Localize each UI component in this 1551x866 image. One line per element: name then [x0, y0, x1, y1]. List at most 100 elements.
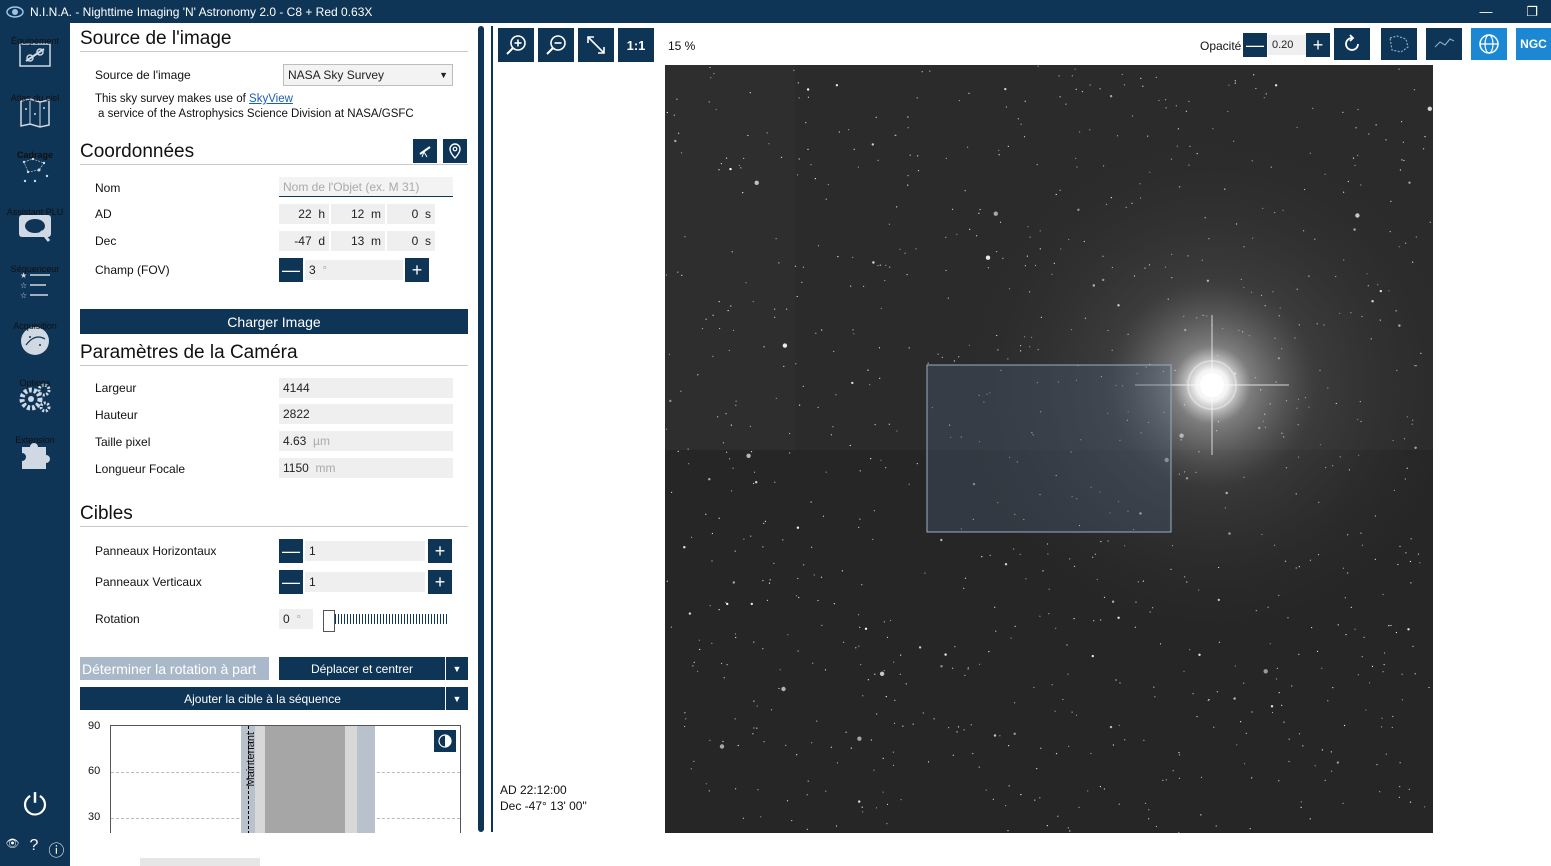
- horizontal-panels-input[interactable]: 1: [305, 541, 425, 561]
- star: [900, 654, 902, 656]
- star: [992, 798, 994, 800]
- pixel-size-input[interactable]: 4.63 µm: [279, 431, 453, 451]
- panel-divider[interactable]: [491, 26, 493, 832]
- star: [838, 131, 840, 133]
- sidebar-item-framing[interactable]: Cadrage: [0, 149, 70, 206]
- vertical-panels-increase-button[interactable]: +: [428, 570, 452, 594]
- rotation-input[interactable]: 0 °: [279, 609, 313, 629]
- maximize-button[interactable]: ❐: [1509, 0, 1551, 23]
- moon-phase-button[interactable]: [434, 730, 456, 752]
- star: [1424, 136, 1426, 138]
- power-button[interactable]: ⏻: [0, 789, 70, 823]
- ngc-annotations-button[interactable]: NGC: [1516, 28, 1551, 60]
- add-to-sequence-dropdown[interactable]: ▼: [445, 687, 468, 710]
- sidebar-item-flat-wizard[interactable]: Assistant PLU: [0, 206, 70, 263]
- sidebar-item-extension[interactable]: Extension: [0, 434, 70, 491]
- star: [719, 744, 725, 749]
- star: [879, 377, 881, 379]
- zoom-in-icon: [506, 35, 526, 55]
- opacity-increase-button[interactable]: +: [1306, 33, 1330, 57]
- dec-seconds-input[interactable]: 0 s: [387, 231, 435, 251]
- star: [861, 584, 863, 586]
- slew-options-dropdown[interactable]: ▼: [445, 657, 468, 680]
- star: [852, 256, 854, 258]
- vertical-panels-input[interactable]: 1: [305, 572, 425, 592]
- horizontal-panels-value: 1: [309, 544, 316, 558]
- zoom-out-button[interactable]: [538, 28, 574, 62]
- star: [705, 318, 707, 320]
- help-button[interactable]: ?: [30, 837, 39, 861]
- constellation-boundaries-button[interactable]: [1381, 28, 1417, 60]
- constellation-lines-button[interactable]: [1426, 28, 1462, 60]
- width-input[interactable]: 4144: [279, 378, 453, 398]
- object-name-placeholder: Nom de l'Objet (ex. M 31): [283, 179, 420, 194]
- star: [841, 570, 843, 572]
- determine-rotation-button[interactable]: Déterminer la rotation à part: [80, 657, 269, 680]
- star: [1398, 796, 1400, 798]
- sidebar-item-sequencer[interactable]: ★ ☆ ☆ Séquenceur: [0, 263, 70, 320]
- sidebar-item-options[interactable]: Options: [0, 377, 70, 434]
- star: [967, 668, 969, 670]
- load-image-button[interactable]: Charger Image: [80, 309, 468, 334]
- dec-minutes-input[interactable]: 13 m: [331, 231, 385, 251]
- rotation-slider[interactable]: [323, 610, 449, 632]
- star: [869, 384, 871, 386]
- slew-and-center-button[interactable]: Déplacer et centrer: [279, 657, 445, 680]
- vertical-panels-decrease-button[interactable]: —: [279, 570, 303, 594]
- focal-length-input[interactable]: 1150 mm: [279, 458, 453, 478]
- opacity-decrease-button[interactable]: —: [1243, 33, 1267, 57]
- fov-decrease-button[interactable]: —: [279, 258, 303, 282]
- star: [1401, 699, 1403, 701]
- ra-hours-input[interactable]: 22 h: [279, 204, 329, 224]
- fit-to-screen-button[interactable]: [578, 28, 614, 62]
- panel-scrollbar[interactable]: [478, 26, 484, 832]
- star: [1143, 739, 1145, 741]
- star: [753, 641, 755, 643]
- star: [1062, 698, 1064, 701]
- star: [1075, 714, 1078, 716]
- rotate-view-button[interactable]: [1334, 28, 1370, 60]
- star: [722, 442, 724, 444]
- sky-survey-image[interactable]: [665, 65, 1433, 833]
- location-button[interactable]: [443, 139, 467, 163]
- star: [770, 709, 773, 711]
- star: [863, 285, 865, 287]
- telescope-coordinates-button[interactable]: [413, 139, 437, 163]
- star: [976, 235, 978, 237]
- add-to-sequence-button[interactable]: Ajouter la cible à la séquence: [80, 687, 445, 710]
- horizontal-panels-increase-button[interactable]: +: [428, 539, 452, 563]
- sidebar-item-sky-atlas[interactable]: Atlas du ciel: [0, 92, 70, 149]
- star: [801, 281, 803, 283]
- star: [817, 599, 819, 602]
- horizontal-panels-decrease-button[interactable]: —: [279, 539, 303, 563]
- star: [873, 769, 875, 771]
- zoom-in-button[interactable]: [498, 28, 534, 62]
- star: [850, 285, 852, 287]
- star: [1048, 613, 1050, 615]
- star: [1376, 764, 1378, 766]
- star: [1112, 744, 1114, 746]
- star: [806, 828, 808, 830]
- height-input[interactable]: 2822: [279, 404, 453, 424]
- star: [905, 683, 907, 685]
- image-source-dropdown[interactable]: NASA Sky Survey ▼: [283, 64, 453, 86]
- eye-icon[interactable]: 👁: [6, 837, 20, 861]
- grid-globe-button[interactable]: [1471, 28, 1507, 60]
- fov-increase-button[interactable]: +: [405, 258, 429, 282]
- ra-seconds-input[interactable]: 0 s: [387, 204, 435, 224]
- star: [753, 727, 755, 729]
- info-button[interactable]: ⓘ: [48, 837, 64, 861]
- sidebar-item-equipment[interactable]: Équipement: [0, 35, 70, 92]
- rotation-slider-thumb[interactable]: [323, 610, 335, 632]
- star: [875, 116, 877, 118]
- sidebar-item-imaging[interactable]: Acquisition: [0, 320, 70, 377]
- skyview-link[interactable]: SkyView: [249, 93, 293, 105]
- star: [1142, 85, 1144, 87]
- fov-input[interactable]: 3 °: [305, 260, 403, 280]
- minimize-button[interactable]: —: [1463, 0, 1509, 23]
- camera-fov-rectangle[interactable]: [926, 364, 1172, 533]
- object-name-input[interactable]: Nom de l'Objet (ex. M 31): [279, 177, 453, 197]
- one-to-one-button[interactable]: 1:1: [618, 28, 654, 62]
- ra-minutes-input[interactable]: 12 m: [331, 204, 385, 224]
- dec-degrees-input[interactable]: -47 d: [279, 231, 329, 251]
